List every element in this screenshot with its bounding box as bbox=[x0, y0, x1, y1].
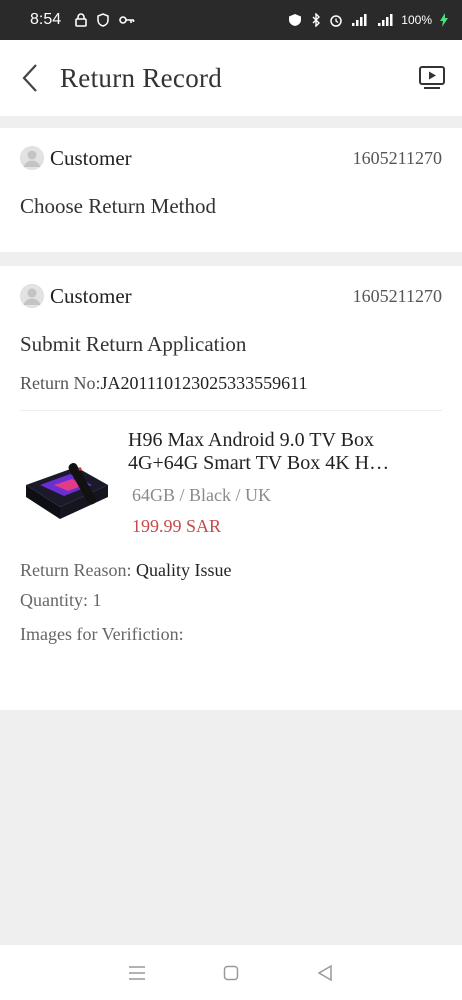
battery-level: 100% bbox=[401, 13, 432, 27]
record-user-row: Customer 1605211270 bbox=[0, 266, 462, 326]
app-header: Return Record bbox=[0, 40, 462, 116]
product-image bbox=[20, 441, 116, 541]
product-item[interactable]: H96 Max Android 9.0 TV Box 4G+64G Smart … bbox=[0, 411, 462, 551]
back-triangle-icon bbox=[317, 964, 332, 981]
back-button[interactable] bbox=[0, 40, 60, 116]
product-spec: 64GB / Black / UK bbox=[132, 485, 271, 505]
video-button[interactable] bbox=[402, 40, 462, 116]
page-title: Return Record bbox=[60, 62, 223, 93]
vpn-icon bbox=[287, 13, 303, 27]
chevron-left-icon bbox=[22, 64, 37, 92]
signal-icon bbox=[351, 13, 367, 27]
system-nav-bar bbox=[0, 945, 462, 1000]
return-record-card: Customer 1605211270 Choose Return Method bbox=[0, 128, 462, 252]
home-button[interactable] bbox=[211, 953, 251, 993]
return-reason-value: Quality Issue bbox=[135, 560, 232, 580]
return-record-card: Customer 1605211270 Submit Return Applic… bbox=[0, 266, 462, 710]
return-reason: Return Reason: Quality Issue bbox=[0, 555, 462, 585]
user-phone: 1605211270 bbox=[352, 147, 442, 168]
return-number: Return No:JA20111012302533355961​1 bbox=[0, 373, 462, 394]
lock-icon bbox=[75, 13, 87, 27]
product-name: H96 Max Android 9.0 TV Box 4G+64G Smart … bbox=[128, 429, 390, 474]
avatar bbox=[20, 146, 44, 170]
images-verification-label: Images for Verifiction: bbox=[20, 624, 184, 644]
user-phone: 1605211270 bbox=[352, 285, 442, 306]
shield-icon bbox=[97, 13, 109, 27]
return-number-value: JA20111012302533355961​1 bbox=[100, 373, 308, 393]
charging-icon bbox=[440, 13, 448, 27]
signal-4g-icon bbox=[375, 13, 393, 27]
return-number-label: Return No: bbox=[20, 373, 101, 393]
menu-button[interactable] bbox=[117, 953, 157, 993]
home-square-icon bbox=[223, 965, 239, 980]
video-play-icon bbox=[419, 66, 445, 89]
status-bar: 8:54 100% bbox=[0, 0, 462, 40]
record-stage-title: Choose Return Method bbox=[20, 194, 216, 218]
alarm-icon bbox=[329, 13, 343, 27]
product-price: 199.99 SAR bbox=[132, 516, 222, 536]
quantity: Quantity: 1 bbox=[20, 590, 102, 610]
avatar bbox=[20, 284, 44, 308]
record-user-row: Customer 1605211270 bbox=[0, 128, 462, 188]
status-time: 8:54 bbox=[30, 11, 62, 28]
user-name: Customer bbox=[50, 283, 132, 308]
user-name: Customer bbox=[50, 145, 132, 170]
back-nav-button[interactable] bbox=[305, 953, 345, 993]
return-reason-label: Return Reason: bbox=[20, 560, 132, 580]
key-icon bbox=[119, 15, 135, 25]
record-stage-title: Submit Return Application bbox=[20, 332, 247, 356]
menu-icon bbox=[129, 965, 145, 980]
bluetooth-icon bbox=[311, 13, 321, 27]
